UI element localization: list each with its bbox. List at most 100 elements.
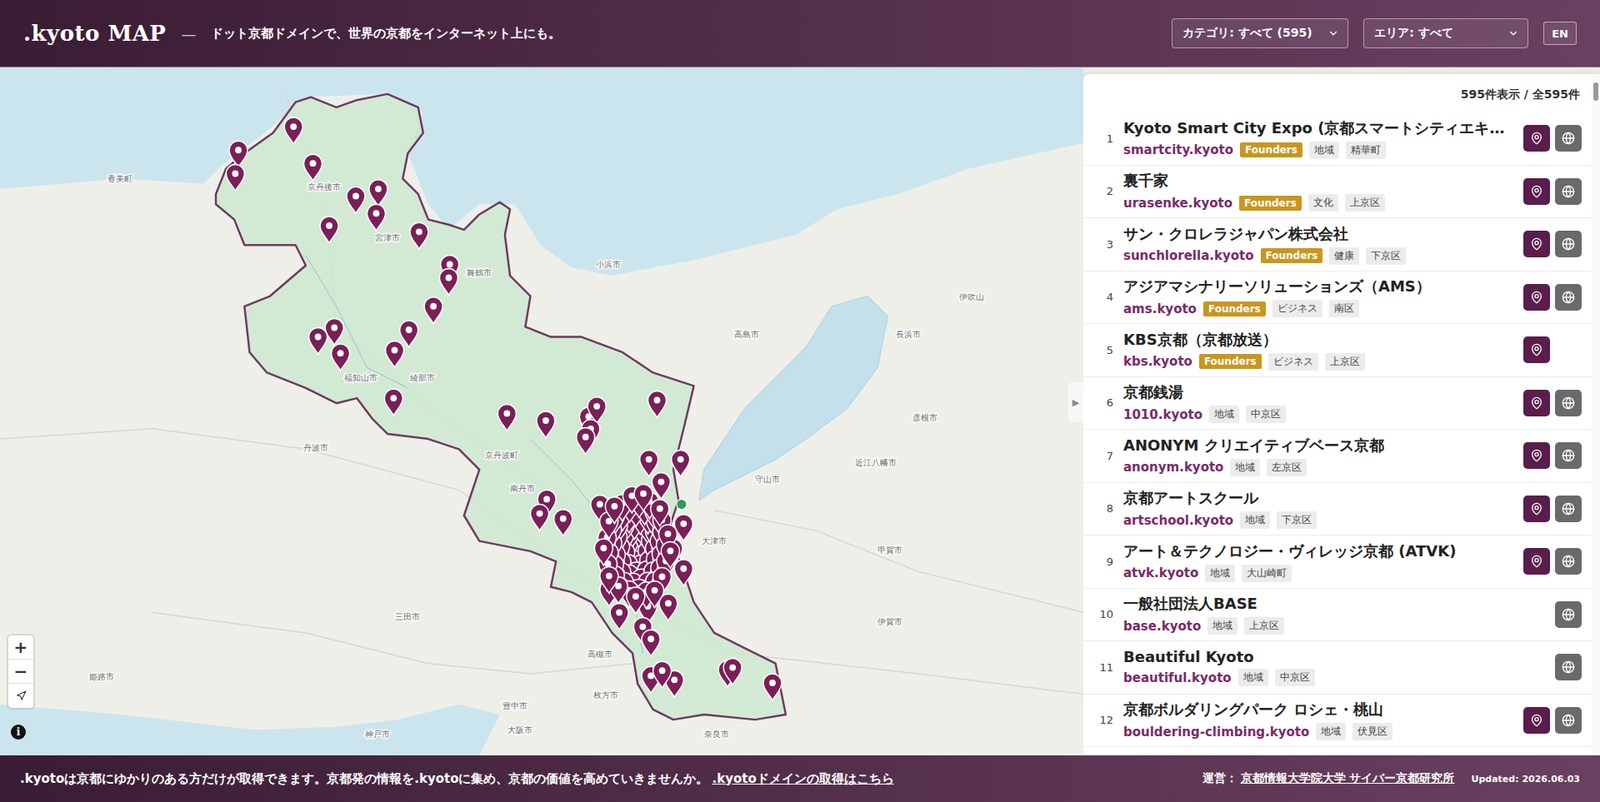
map-pin[interactable] <box>650 500 670 527</box>
website-button[interactable] <box>1555 125 1582 152</box>
list-row[interactable]: 9アート＆テクノロジー・ヴィレッジ京都 (ATVK)atvk.kyoto地域大山… <box>1083 535 1592 590</box>
language-button[interactable]: EN <box>1543 21 1577 45</box>
logo[interactable]: .kyoto MAP <box>23 20 166 46</box>
map-pin[interactable] <box>284 117 303 145</box>
attribution-button[interactable]: i <box>10 725 26 740</box>
scrollbar[interactable] <box>1591 74 1600 756</box>
map-pin[interactable] <box>647 390 666 418</box>
show-on-map-button[interactable] <box>1523 442 1550 470</box>
website-button[interactable] <box>1555 495 1582 523</box>
row-domain[interactable]: artschool.kyoto <box>1123 513 1234 529</box>
website-button[interactable] <box>1555 390 1582 417</box>
row-domain[interactable]: base.kyoto <box>1123 619 1201 635</box>
map-pin[interactable] <box>331 344 350 371</box>
map-pin[interactable] <box>659 594 678 621</box>
map-pin[interactable] <box>645 581 665 609</box>
map-pin[interactable] <box>605 497 624 525</box>
map-pin[interactable] <box>554 510 573 537</box>
scrollbar-thumb[interactable] <box>1593 82 1599 101</box>
show-on-map-button[interactable] <box>1523 336 1550 364</box>
website-button[interactable] <box>1555 178 1582 205</box>
map-pin[interactable] <box>653 661 672 689</box>
map-pin[interactable] <box>309 328 328 355</box>
row-domain[interactable]: 1010.kyoto <box>1123 407 1203 423</box>
map-pin[interactable] <box>530 505 550 532</box>
map-pin[interactable] <box>763 674 782 701</box>
website-button[interactable] <box>1555 442 1582 470</box>
list-row[interactable]: 11Beautiful Kyotobeautiful.kyoto地域中京区 <box>1083 641 1592 695</box>
map-pin[interactable] <box>536 411 555 439</box>
panel-toggle[interactable]: ▶ <box>1068 382 1084 423</box>
row-domain[interactable]: ams.kyoto <box>1123 301 1197 317</box>
show-on-map-button[interactable] <box>1523 230 1550 258</box>
website-button[interactable] <box>1555 601 1582 629</box>
map-pin[interactable] <box>660 541 680 569</box>
list-row[interactable]: 8京都アートスクールartschool.kyoto地域下京区 <box>1083 483 1592 537</box>
map-pin[interactable] <box>400 320 419 348</box>
map-pin[interactable] <box>634 485 653 512</box>
map-pin[interactable] <box>610 603 629 630</box>
map-pin[interactable] <box>626 587 645 615</box>
map-pin[interactable] <box>229 140 248 168</box>
website-button[interactable] <box>1555 548 1582 575</box>
category-select[interactable]: カテゴリ: すべて (595) <box>1171 18 1349 49</box>
show-on-map-button[interactable] <box>1523 284 1550 311</box>
map-pin[interactable] <box>723 659 742 686</box>
map-pin[interactable] <box>594 539 613 566</box>
list-row[interactable]: 4アジアマシナリーソリューションズ（AMS）ams.kyotoFoundersビ… <box>1083 271 1592 325</box>
show-on-map-button[interactable] <box>1523 495 1550 523</box>
map[interactable]: 京丹後市宮津市舞鶴市福知山市綾部市京丹波町南丹市大津市守山市高槻市枚方市豊中市大… <box>0 67 1084 756</box>
row-domain[interactable]: smartcity.kyoto <box>1123 142 1234 158</box>
row-domain[interactable]: bouldering-climbing.kyoto <box>1123 725 1310 740</box>
map-pin[interactable] <box>325 318 344 345</box>
map-pin[interactable] <box>225 164 245 191</box>
map-pin[interactable] <box>640 450 659 478</box>
website-button[interactable] <box>1555 230 1582 258</box>
show-on-map-button[interactable] <box>1523 125 1550 152</box>
map-pin[interactable] <box>303 154 322 181</box>
show-on-map-button[interactable] <box>1523 390 1550 417</box>
row-domain[interactable]: sunchlorella.kyoto <box>1123 248 1255 264</box>
zoom-out-button[interactable]: − <box>8 660 34 685</box>
map-pin[interactable] <box>366 204 385 231</box>
operator-link[interactable]: 京都情報大学院大学 サイバー京都研究所 <box>1240 771 1455 785</box>
map-pin[interactable] <box>497 404 516 431</box>
map-pin[interactable] <box>384 389 403 416</box>
map-pin[interactable] <box>641 630 660 657</box>
map-pin[interactable] <box>320 216 339 244</box>
row-domain[interactable]: anonym.kyoto <box>1123 460 1224 475</box>
list-row[interactable]: 3サン・クロレラジャパン株式会社sunchlorella.kyotoFounde… <box>1083 218 1592 272</box>
show-on-map-button[interactable] <box>1523 178 1550 205</box>
list-row[interactable]: 1Kyoto Smart City Expo (京都スマートシティエキ…smar… <box>1083 112 1592 166</box>
map-canvas[interactable]: 京丹後市宮津市舞鶴市福知山市綾部市京丹波町南丹市大津市守山市高槻市枚方市豊中市大… <box>0 67 1084 756</box>
zoom-in-button[interactable]: + <box>8 635 34 660</box>
list-row[interactable]: 7ANONYM クリエイティブベース京都anonym.kyoto地域左京区 <box>1083 430 1592 484</box>
map-pin[interactable] <box>424 297 443 325</box>
list-row[interactable]: 2裏千家urasenke.kyotoFounders文化上京区 <box>1083 165 1592 220</box>
list-row[interactable]: 6京都銭湯1010.kyoto地域中京区 <box>1083 377 1592 431</box>
row-domain[interactable]: urasenke.kyoto <box>1123 195 1233 211</box>
row-domain[interactable]: atvk.kyoto <box>1123 565 1199 581</box>
list-row[interactable]: 5KBS京都（京都放送）kbs.kyotoFoundersビジネス上京区 <box>1083 324 1592 378</box>
website-button[interactable] <box>1555 707 1582 735</box>
list-row[interactable]: 12京都ボルダリングパーク ロシェ・桃山bouldering-climbing.… <box>1083 695 1592 749</box>
show-on-map-button[interactable] <box>1523 548 1550 575</box>
domain-link[interactable]: .kyotoドメインの取得はこちら <box>711 771 894 787</box>
map-pin[interactable] <box>385 340 404 368</box>
row-domain[interactable]: kbs.kyoto <box>1123 354 1193 370</box>
website-button[interactable] <box>1555 654 1582 681</box>
list-row[interactable]: 10一般社団法人BASEbase.kyoto地域上京区 <box>1083 589 1592 643</box>
map-pin[interactable] <box>600 567 619 595</box>
show-on-map-button[interactable] <box>1523 707 1550 735</box>
map-pin[interactable] <box>671 450 690 478</box>
website-button[interactable] <box>1555 284 1582 311</box>
map-pin[interactable] <box>674 560 693 587</box>
row-domain[interactable]: beautiful.kyoto <box>1123 670 1232 686</box>
map-pin[interactable] <box>346 186 365 214</box>
map-pin[interactable] <box>369 180 388 207</box>
map-pin[interactable] <box>410 222 429 250</box>
map-pin[interactable] <box>439 268 458 295</box>
map-pin[interactable] <box>576 428 595 455</box>
area-select[interactable]: エリア: すべて <box>1363 18 1529 49</box>
compass-button[interactable] <box>8 684 34 709</box>
